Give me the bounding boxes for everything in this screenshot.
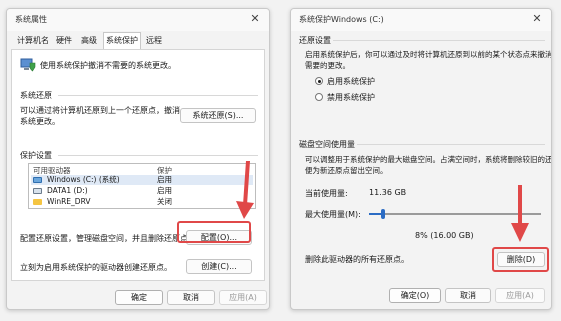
max-usage-value: 8% (16.00 GB) [415,231,474,240]
disk-usage-desc-line2: 便为新还原点留出空间。 [305,166,388,175]
tab-computer-name[interactable]: 计算机名 [15,33,51,49]
apply-button[interactable]: 应用(A) [219,290,267,305]
drive-icon [33,188,42,194]
tab-panel: 使用系统保护撤消不需要的系统更改。 系统还原 可以通过将计算机还原到上一个还原点… [11,49,265,281]
tab-system-protection[interactable]: 系统保护 [103,32,141,49]
restore-settings-divider [333,40,545,41]
drive-list: 可用驱动器 保护 Windows (C:) (系统) 启用 DATA1 (D:)… [28,163,256,209]
system-restore-button[interactable]: 系统还原(S)... [180,108,256,123]
intro-text: 使用系统保护撤消不需要的系统更改。 [40,61,176,70]
window-title: 系统保护Windows (C:) [299,15,384,24]
shield-computer-icon [20,58,36,72]
delete-highlight [492,247,549,272]
drive-row[interactable]: DATA1 (D:) 启用 [31,186,253,196]
drive-status: 关闭 [157,197,172,206]
restore-desc-line2: 系统更改。 [20,117,60,126]
drive-name: Windows (C:) (系统) [47,175,120,184]
ok-button[interactable]: 确定 [115,290,163,305]
current-usage-value: 11.36 GB [369,188,407,197]
restore-divider [58,95,258,96]
arrow-down-icon [511,185,529,242]
current-usage-label: 当前使用量: [305,189,348,198]
enable-protection-radio[interactable] [315,77,323,85]
tab-hardware[interactable]: 硬件 [53,33,75,49]
protection-divider [58,155,258,156]
restore-heading: 系统还原 [20,91,52,100]
slider-thumb[interactable] [381,209,385,219]
create-button[interactable]: 创建(C)... [186,259,252,274]
tab-remote[interactable]: 远程 [143,33,165,49]
drive-row[interactable]: Windows (C:) (系统) 启用 [31,175,253,185]
title-bar: 系统保护Windows (C:) ✕ [291,9,551,31]
drive-row[interactable]: WinRE_DRV 关闭 [31,197,253,207]
restore-settings-heading: 还原设置 [299,36,331,45]
apply-button[interactable]: 应用(A) [495,288,545,303]
restore-settings-desc-line1: 启用系统保护后，你可以通过及时将计算机还原到以前的某个状态点来撤消不 [305,50,552,59]
cancel-button[interactable]: 取消 [167,290,215,305]
disable-protection-radio[interactable] [315,93,323,101]
restore-settings-desc-line2: 需要的更改。 [305,61,350,70]
folder-icon [33,199,42,205]
system-protection-dialog: 系统保护Windows (C:) ✕ 还原设置 启用系统保护后，你可以通过及时将… [290,8,552,310]
ok-button[interactable]: 确定(O) [389,288,441,303]
close-icon[interactable]: ✕ [247,10,263,28]
protection-heading: 保护设置 [20,151,52,160]
tab-advanced[interactable]: 高级 [78,33,100,49]
system-properties-window: 系统属性 ✕ 计算机名 硬件 高级 系统保护 远程 使用系统保护撤消不需要的系统… [6,8,270,310]
delete-description: 删除此驱动器的所有还原点。 [305,255,409,264]
close-icon[interactable]: ✕ [529,10,545,28]
drive-name: DATA1 (D:) [47,186,88,195]
configure-highlight [177,221,251,243]
window-title: 系统属性 [15,15,47,24]
system-drive-icon [33,177,42,183]
disk-usage-heading: 磁盘空间使用量 [299,140,355,149]
cancel-button[interactable]: 取消 [445,288,491,303]
disable-protection-label[interactable]: 禁用系统保护 [327,92,375,103]
drive-status: 启用 [157,175,172,184]
disk-usage-divider [357,144,545,145]
create-description: 立刻为启用系统保护的驱动器创建还原点。 [20,263,172,272]
max-usage-label: 最大使用量(M): [305,210,361,219]
title-bar: 系统属性 ✕ [7,9,269,31]
drive-status: 启用 [157,186,172,195]
drive-name: WinRE_DRV [47,197,91,206]
enable-protection-label[interactable]: 启用系统保护 [327,76,375,87]
disk-usage-desc-line1: 可以调整用于系统保护的最大磁盘空间。占满空间时，系统将删除较旧的还原点以 [305,155,552,164]
configure-description: 配置还原设置，管理磁盘空间，并且删除还原点。 [20,234,196,243]
restore-desc-line1: 可以通过将计算机还原到上一个还原点，撤消 [20,106,180,115]
arrow-down-icon [236,161,254,219]
